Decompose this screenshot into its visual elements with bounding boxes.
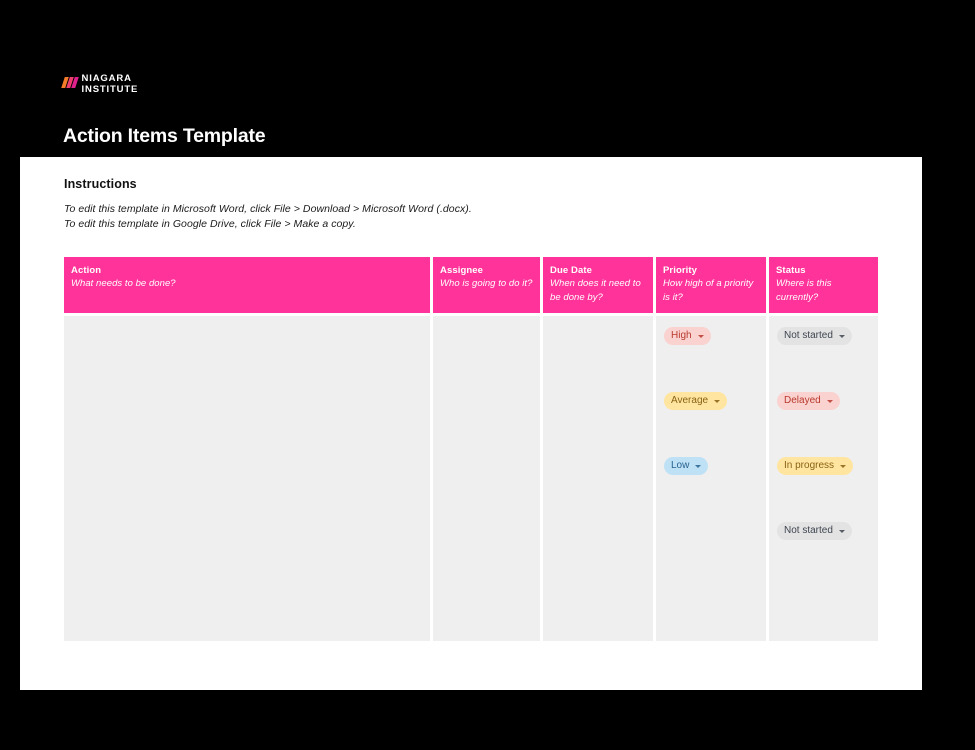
status-chip[interactable]: Not started xyxy=(777,327,852,345)
chevron-down-icon[interactable] xyxy=(838,529,845,533)
column-header-action-name: Action xyxy=(71,265,102,276)
cell-due-date[interactable] xyxy=(543,446,653,511)
page-root: NIAGARA INSTITUTE Action Items Template … xyxy=(0,0,975,750)
column-header-priority-name: Priority xyxy=(663,265,698,276)
column-header-due-date-hint: When does it need to be done by? xyxy=(550,278,641,303)
table-row: Not started xyxy=(64,511,879,576)
priority-chip[interactable]: Average xyxy=(664,392,728,410)
status-label: Not started xyxy=(784,525,833,536)
chevron-down-icon[interactable] xyxy=(840,464,847,468)
instructions-line-1: To edit this template in Microsoft Word,… xyxy=(64,203,472,215)
table-row xyxy=(64,576,879,641)
cell-priority[interactable]: Low xyxy=(656,446,766,511)
cell-status[interactable]: Delayed xyxy=(769,381,878,446)
chevron-down-icon[interactable] xyxy=(838,334,845,338)
table-header-row: Action What needs to be done? Assignee W… xyxy=(64,257,879,313)
cell-assignee[interactable] xyxy=(433,446,540,511)
slashes-icon xyxy=(61,77,79,88)
chevron-down-icon[interactable] xyxy=(695,464,702,468)
cell-priority[interactable]: Average xyxy=(656,381,766,446)
column-header-priority-hint: How high of a priority is it? xyxy=(663,278,754,303)
table-body: High Not started Average Delayed Low In progr… xyxy=(64,316,879,641)
priority-chip[interactable]: High xyxy=(664,327,711,345)
column-header-priority: Priority How high of a priority is it? xyxy=(656,257,766,313)
masthead: NIAGARA INSTITUTE Action Items Template xyxy=(61,73,763,148)
status-chip[interactable]: In progress xyxy=(777,457,854,475)
cell-status[interactable]: In progress xyxy=(769,446,878,511)
cell-assignee[interactable] xyxy=(433,381,540,446)
cell-action[interactable] xyxy=(64,576,430,641)
logo-wordmark: NIAGARA INSTITUTE xyxy=(81,73,139,95)
column-header-action: Action What needs to be done? xyxy=(64,257,430,313)
status-label: Delayed xyxy=(784,395,821,406)
logo-line-1: NIAGARA xyxy=(81,73,132,84)
column-header-action-hint: What needs to be done? xyxy=(71,278,176,289)
cell-action[interactable] xyxy=(64,511,430,576)
table-row: High Not started xyxy=(64,316,879,381)
cell-priority[interactable] xyxy=(656,511,766,576)
chevron-down-icon[interactable] xyxy=(826,399,833,403)
column-header-due-date-name: Due Date xyxy=(550,265,592,276)
cell-assignee[interactable] xyxy=(433,511,540,576)
niagara-institute-logo: NIAGARA INSTITUTE xyxy=(61,73,763,100)
priority-label: Low xyxy=(671,460,690,471)
column-header-status-name: Status xyxy=(776,265,806,276)
column-header-status: Status Where is this currently? xyxy=(769,257,878,313)
column-header-due-date: Due Date When does it need to be done by… xyxy=(543,257,653,313)
priority-label: Average xyxy=(671,395,709,406)
cell-action[interactable] xyxy=(64,316,430,381)
table-row: Low In progress xyxy=(64,446,879,511)
priority-label: High xyxy=(671,330,692,341)
cell-priority[interactable]: High xyxy=(656,316,766,381)
cell-due-date[interactable] xyxy=(543,511,653,576)
instructions-heading: Instructions xyxy=(64,177,137,191)
cell-assignee[interactable] xyxy=(433,576,540,641)
chevron-down-icon[interactable] xyxy=(714,399,721,403)
cell-action[interactable] xyxy=(64,446,430,511)
cell-assignee[interactable] xyxy=(433,316,540,381)
document-card: Instructions To edit this template in Mi… xyxy=(20,157,922,690)
column-header-assignee: Assignee Who is going to do it? xyxy=(433,257,540,313)
chevron-down-icon[interactable] xyxy=(697,334,704,338)
status-chip[interactable]: Delayed xyxy=(777,392,840,410)
column-header-assignee-name: Assignee xyxy=(440,265,484,276)
status-label: In progress xyxy=(784,460,835,471)
column-header-assignee-hint: Who is going to do it? xyxy=(440,278,533,289)
cell-status[interactable] xyxy=(769,576,878,641)
table-row: Average Delayed xyxy=(64,381,879,446)
column-header-status-hint: Where is this currently? xyxy=(776,278,832,303)
cell-due-date[interactable] xyxy=(543,316,653,381)
action-items-table: Action What needs to be done? Assignee W… xyxy=(64,257,879,641)
status-label: Not started xyxy=(784,330,833,341)
page-title: Action Items Template xyxy=(63,125,266,147)
cell-due-date[interactable] xyxy=(543,381,653,446)
cell-status[interactable]: Not started xyxy=(769,316,878,381)
cell-due-date[interactable] xyxy=(543,576,653,641)
cell-action[interactable] xyxy=(64,381,430,446)
instructions-line-2: To edit this template in Google Drive, c… xyxy=(64,217,356,230)
cell-priority[interactable] xyxy=(656,576,766,641)
status-chip[interactable]: Not started xyxy=(777,522,852,540)
cell-status[interactable]: Not started xyxy=(769,511,878,576)
logo-line-2: INSTITUTE xyxy=(81,83,139,95)
priority-chip[interactable]: Low xyxy=(664,457,709,475)
